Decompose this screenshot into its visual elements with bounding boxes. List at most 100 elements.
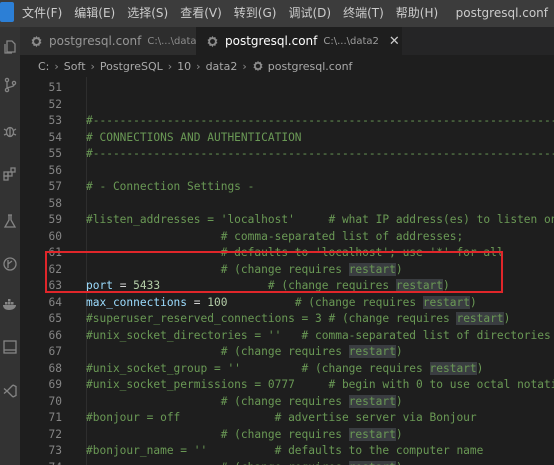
code-text: # - Connection Settings - <box>86 179 254 196</box>
code-line[interactable]: 71 #bonjour = off # advertise server via … <box>20 410 554 427</box>
menu-help[interactable]: 帮助(H) <box>396 0 438 27</box>
code-line[interactable]: 65 #superuser_reserved_connections = 3 # … <box>20 311 554 328</box>
breadcrumb: C: › Soft › PostgreSQL › 10 › data2 › po… <box>20 55 554 77</box>
line-number: 60 <box>48 229 62 243</box>
comment-text: # (change requires <box>86 394 349 408</box>
code-text: # CONNECTIONS AND AUTHENTICATION <box>86 130 302 147</box>
search-highlight: restart <box>422 295 470 309</box>
code-text: # (change requires restart) <box>86 427 403 444</box>
gear-icon <box>252 60 264 72</box>
tab-label: postgresql.conf <box>49 34 142 48</box>
code-text: # (change requires restart) <box>86 460 403 465</box>
close-icon[interactable]: ✕ <box>389 34 400 49</box>
code-text: #bonjour = off # advertise server via Bo… <box>86 410 477 427</box>
comment-text: ) <box>395 394 403 408</box>
code-line[interactable]: 55 #-------------------------------------… <box>20 146 554 163</box>
line-number: 55 <box>48 147 62 160</box>
line-number: 59 <box>48 213 62 226</box>
line-number: 57 <box>48 180 62 193</box>
code-text: # (change requires restart) <box>86 344 403 361</box>
chevron-right-icon: › <box>90 59 95 73</box>
title-bar: 文件(F) 编辑(E) 选择(S) 查看(V) 转到(G) 调试(D) 终端(T… <box>0 0 554 27</box>
code-line[interactable]: 51 <box>20 80 554 97</box>
gear-icon <box>206 35 219 48</box>
tab-postgresql-conf-data2[interactable]: postgresql.conf C:\...\data2 ✕ <box>196 27 402 55</box>
menu-selection[interactable]: 选择(S) <box>127 0 168 27</box>
search-highlight: restart <box>429 361 477 375</box>
line-number: 58 <box>48 196 62 210</box>
menu-terminal[interactable]: 终端(T) <box>343 0 384 27</box>
comment-text: #superuser_reserved_connections = 3 # (c… <box>86 312 457 325</box>
code-line[interactable]: 66 #unix_socket_directories = '' # comma-… <box>20 328 554 345</box>
code-line[interactable]: 56 <box>20 163 554 180</box>
comment-text: # CONNECTIONS AND AUTHENTICATION <box>86 130 302 144</box>
comment-text: # comma-separated list of addresses; <box>86 229 464 243</box>
code-line[interactable]: 70 # (change requires restart) <box>20 394 554 411</box>
search-highlight: restart <box>348 345 396 358</box>
breadcrumb-item[interactable]: 10 <box>177 60 191 73</box>
breadcrumb-item[interactable]: C: <box>38 60 49 73</box>
code-line[interactable]: 59 #listen_addresses = 'localhost' # what… <box>20 212 554 229</box>
menu-file[interactable]: 文件(F) <box>22 0 62 27</box>
source-control-icon[interactable] <box>2 77 18 93</box>
code-text: #unix_socket_directories = '' # comma-se… <box>86 328 551 345</box>
window-title: postgresql.conf <box>455 6 548 20</box>
activity-bar <box>0 27 20 465</box>
vscode-icon[interactable] <box>2 383 18 399</box>
breadcrumb-item[interactable]: PostgreSQL <box>100 60 163 73</box>
code-text: #---------------------------------------… <box>86 113 554 130</box>
comment-text: ) <box>503 312 511 325</box>
breadcrumb-item[interactable]: postgresql.conf <box>268 60 353 73</box>
breadcrumb-item[interactable]: Soft <box>64 60 86 73</box>
code-line[interactable]: 53 #-------------------------------------… <box>20 113 554 130</box>
line-number: 51 <box>48 81 62 94</box>
menu-go[interactable]: 转到(G) <box>234 0 277 27</box>
code-text: max_connections = 100 # (change requires… <box>86 295 477 312</box>
menu-debug[interactable]: 调试(D) <box>288 0 331 27</box>
line-number: 54 <box>48 130 62 144</box>
code-line[interactable]: 58 <box>20 196 554 213</box>
line-number: 52 <box>48 97 62 111</box>
annotation-box <box>45 251 503 293</box>
comment-text: # (change requires <box>227 295 423 309</box>
line-number: 66 <box>48 328 62 342</box>
docker-icon[interactable] <box>2 296 18 312</box>
comment-text: ) <box>395 427 403 441</box>
chevron-right-icon: › <box>167 59 173 73</box>
setting-value: 100 <box>207 295 228 309</box>
code-line[interactable]: 72 # (change requires restart) <box>20 427 554 444</box>
menu-edit[interactable]: 编辑(E) <box>74 0 115 27</box>
panel-icon[interactable] <box>2 339 18 355</box>
tab-label: postgresql.conf <box>225 34 318 48</box>
code-line[interactable]: 73 #bonjour_name = '' # defaults to the c… <box>20 443 554 460</box>
code-editor[interactable]: 51 52 53 #---------------------------------… <box>20 77 554 465</box>
code-text: #listen_addresses = 'localhost' # what I… <box>86 212 554 229</box>
code-line[interactable]: 68 #unix_socket_group = '' # (change requ… <box>20 361 554 378</box>
files-icon[interactable] <box>2 39 18 55</box>
comment-text: ) <box>469 295 477 309</box>
code-line[interactable]: 74 # (change requires restart) <box>20 460 554 465</box>
comment-text: #bonjour = off # advertise server via Bo… <box>86 411 477 424</box>
line-number: 53 <box>48 114 62 127</box>
git-graph-icon[interactable] <box>2 256 18 272</box>
line-number: 70 <box>48 394 62 408</box>
menu-view[interactable]: 查看(V) <box>180 0 222 27</box>
test-flask-icon[interactable] <box>2 213 18 229</box>
debug-icon[interactable] <box>2 123 18 139</box>
code-line[interactable]: 60 # comma-separated list of addresses; <box>20 229 554 246</box>
extensions-icon[interactable] <box>2 166 18 182</box>
code-line[interactable]: 69 #unix_socket_permissions = 0777 # begi… <box>20 377 554 394</box>
code-line[interactable]: 52 <box>20 97 554 114</box>
code-line[interactable]: 64 max_connections = 100 # (change requir… <box>20 295 554 312</box>
breadcrumb-item[interactable]: data2 <box>206 60 238 73</box>
code-text: #bonjour_name = '' # defaults to the com… <box>86 443 483 460</box>
comment-text: ) <box>476 361 484 375</box>
line-number: 64 <box>48 295 62 309</box>
code-line[interactable]: 57 # - Connection Settings - <box>20 179 554 196</box>
tab-postgresql-conf-data[interactable]: postgresql.conf C:\...\data <box>20 27 197 55</box>
comment-text: # - Connection Settings - <box>86 180 255 193</box>
line-number: 71 <box>48 411 62 424</box>
line-number: 74 <box>20 460 62 465</box>
code-line[interactable]: 54 # CONNECTIONS AND AUTHENTICATION <box>20 130 554 147</box>
code-line[interactable]: 67 # (change requires restart) <box>20 344 554 361</box>
